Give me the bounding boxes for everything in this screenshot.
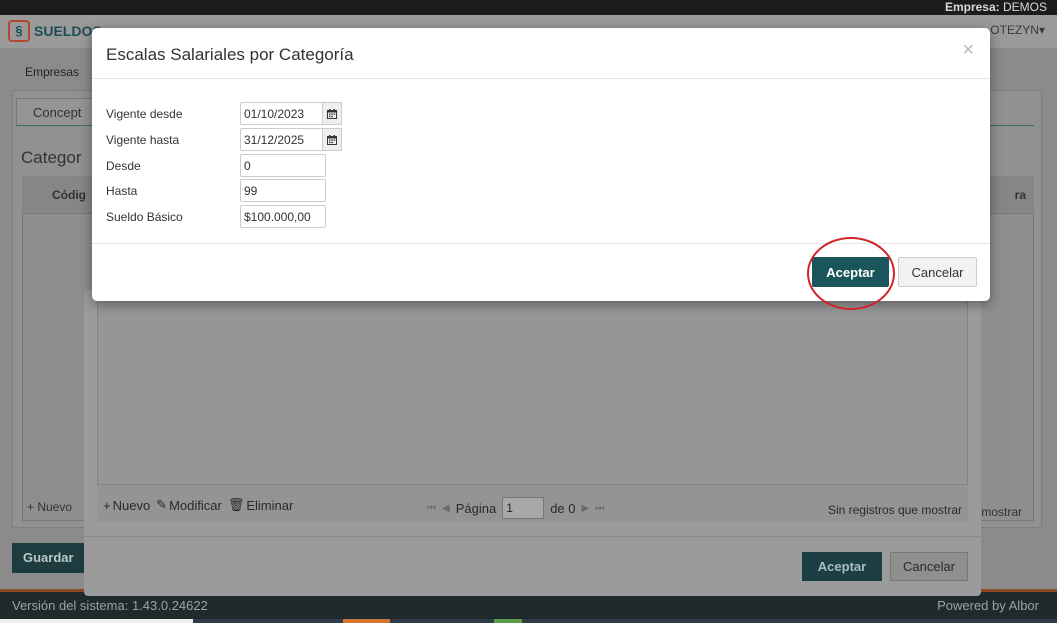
underlying-dialog-pager: + Nuevo ✎ Modificar 🗑 Eliminar ⏮ ◀ Págin… xyxy=(97,484,968,522)
vigente-desde-input[interactable] xyxy=(240,102,322,125)
modal-footer-divider xyxy=(92,243,990,244)
breadcrumb[interactable]: Empresas xyxy=(25,65,79,79)
salary-scale-modal: Escalas Salariales por Categoría × Vigen… xyxy=(92,28,990,301)
os-taskbar xyxy=(0,619,1057,623)
app-logo: § SUELDOS xyxy=(8,20,102,42)
sueldo-basico-input[interactable] xyxy=(240,205,326,228)
logo-icon: § xyxy=(8,20,30,42)
pager-nav: ⏮ ◀ Página de 0 ▶ ⏭ xyxy=(427,497,604,519)
desde-label: Desde xyxy=(106,159,141,173)
taskbar-item-green xyxy=(494,619,522,623)
desde-input[interactable] xyxy=(240,154,326,177)
field-sueldo-basico: Sueldo Básico xyxy=(106,205,406,228)
vigente-hasta-input[interactable] xyxy=(240,128,322,151)
trash-icon: 🗑 xyxy=(227,497,245,512)
field-vigente-hasta: Vigente hasta xyxy=(106,128,406,151)
delete-action[interactable]: 🗑 Eliminar xyxy=(228,497,293,513)
calendar-icon[interactable] xyxy=(322,102,342,125)
grid-header-last: ra xyxy=(1014,188,1026,202)
taskbar-item-light xyxy=(0,619,193,623)
vigente-desde-label: Vigente desde xyxy=(106,107,183,121)
grid-actions: + Nuevo ✎ Modificar 🗑 Eliminar xyxy=(103,497,293,513)
close-icon[interactable]: × xyxy=(962,40,974,60)
grid-records-status: mostrar xyxy=(981,505,1022,519)
powered-by: Powered by Albor xyxy=(937,598,1039,613)
save-button[interactable]: Guardar xyxy=(12,543,88,573)
cancel-button[interactable]: Cancelar xyxy=(898,257,977,287)
prev-page-icon[interactable]: ◀ xyxy=(442,503,450,514)
section-title: Categor xyxy=(21,148,82,167)
page-count-label: de 0 xyxy=(550,500,576,516)
empresa-indicator: Empresa: DEMOS xyxy=(944,0,1047,14)
underlying-dialog-separator xyxy=(84,536,981,537)
field-desde: Desde xyxy=(106,154,406,177)
top-status-bar: Empresa: DEMOS xyxy=(0,0,1057,15)
calendar-icon[interactable] xyxy=(322,128,342,151)
underlying-accept-button[interactable]: Aceptar xyxy=(802,552,882,581)
last-page-icon[interactable]: ⏭ xyxy=(595,503,604,514)
grid-new-button[interactable]: + Nuevo xyxy=(27,500,72,514)
system-version: Versión del sistema: 1.43.0.24622 xyxy=(12,598,208,613)
grid-header-codigo: Códig xyxy=(52,188,86,202)
tab-conceptos[interactable]: Concept xyxy=(16,98,96,126)
sueldo-basico-label: Sueldo Básico xyxy=(106,210,183,224)
plus-icon: + xyxy=(103,497,111,513)
modal-title: Escalas Salariales por Categoría xyxy=(106,45,354,64)
page-label: Página xyxy=(455,500,497,516)
underlying-cancel-button[interactable]: Cancelar xyxy=(890,552,968,581)
modal-header-divider xyxy=(92,78,990,79)
accept-button[interactable]: Aceptar xyxy=(812,257,889,287)
first-page-icon[interactable]: ⏮ xyxy=(427,503,436,514)
pencil-icon: ✎ xyxy=(156,497,168,512)
next-page-icon[interactable]: ▶ xyxy=(582,503,590,514)
vigente-hasta-label: Vigente hasta xyxy=(106,133,180,147)
page-number-input[interactable] xyxy=(502,497,545,519)
field-vigente-desde: Vigente desde xyxy=(106,102,406,125)
field-hasta: Hasta xyxy=(106,179,406,202)
user-menu[interactable]: OTEZYN▾ xyxy=(990,23,1045,37)
new-action[interactable]: + Nuevo xyxy=(103,497,150,513)
edit-action[interactable]: ✎ Modificar xyxy=(156,497,222,513)
no-records-label: Sin registros que mostrar xyxy=(827,503,962,517)
hasta-input[interactable] xyxy=(240,179,326,202)
hasta-label: Hasta xyxy=(106,184,138,198)
taskbar-item-orange xyxy=(343,619,390,623)
